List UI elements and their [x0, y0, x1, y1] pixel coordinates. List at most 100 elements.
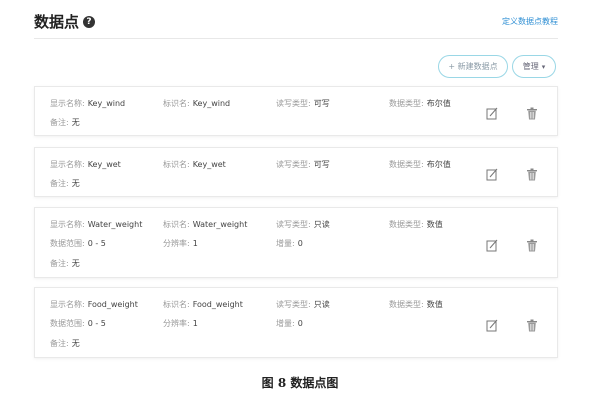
field-value: 无 [71, 179, 80, 188]
field: 读写类型: 可写 [276, 98, 330, 109]
figure-caption: 图 8 数据点图 [261, 376, 339, 390]
tutorial-link[interactable]: 定义数据点教程 [502, 16, 558, 27]
field-value: 可写 [313, 99, 330, 108]
field-value: 可写 [313, 160, 330, 169]
chevron-down-icon: ▾ [541, 62, 546, 71]
trash-icon[interactable] [526, 317, 538, 332]
field-label: 标识名: [163, 160, 190, 169]
field: 分辨率: 1 [163, 318, 198, 329]
field-label: 数据范围: [50, 319, 85, 328]
field-value: 数值 [426, 220, 443, 229]
field-label: 增量: [276, 319, 295, 328]
field-label: 读写类型: [276, 300, 311, 309]
field-label: 分辨率: [163, 319, 190, 328]
field-label: 标识名: [163, 300, 190, 309]
field: 标识名: Food_weight [163, 299, 243, 310]
data-points-page: 数据点 ? 定义数据点教程 + 新建数据点 管理 ▾ 显示名称: Key_wind… [0, 0, 600, 401]
field-label: 读写类型: [276, 160, 311, 169]
field: 显示名称: Food_weight [50, 299, 138, 310]
field-label: 标识名: [163, 220, 190, 229]
edit-icon[interactable] [486, 166, 498, 181]
field-label: 数据范围: [50, 239, 85, 248]
field-label: 读写类型: [276, 220, 311, 229]
field-value: Food_weight [87, 300, 138, 309]
data-point-card: 显示名称: Water_weight 标识名: Water_weight 读写类型: 只读… [34, 207, 558, 278]
field-label: 标识名: [163, 99, 190, 108]
field-value: 1 [192, 239, 198, 248]
field: 读写类型: 可写 [276, 159, 330, 170]
new-data-point-button[interactable]: + 新建数据点 [438, 55, 508, 78]
field: 读写类型: 只读 [276, 299, 330, 310]
field-value: Key_wet [192, 160, 226, 169]
edit-icon[interactable] [486, 237, 498, 252]
field-label: 增量: [276, 239, 295, 248]
field-value: 只读 [313, 300, 330, 309]
field: 显示名称: Key_wind [50, 98, 125, 109]
field-value: 数值 [426, 300, 443, 309]
data-point-card: 显示名称: Key_wet 标识名: Key_wet 读写类型: 可写 数据类型: 布尔值 备注… [34, 147, 558, 197]
field-value: 无 [71, 339, 80, 348]
field-value: 1 [192, 319, 198, 328]
field-label: 备注: [50, 339, 69, 348]
field-value: 0 [297, 239, 303, 248]
field-label: 数据类型: [389, 160, 424, 169]
field: 显示名称: Water_weight [50, 219, 142, 230]
field-value: Key_wind [87, 99, 126, 108]
field: 标识名: Key_wind [163, 98, 230, 109]
trash-icon[interactable] [526, 237, 538, 252]
field-label: 数据类型: [389, 300, 424, 309]
field-value: 0 - 5 [87, 239, 106, 248]
field: 数据范围: 0 - 5 [50, 238, 106, 249]
help-icon[interactable]: ? [83, 15, 96, 28]
field: 数据范围: 0 - 5 [50, 318, 106, 329]
field-label: 显示名称: [50, 220, 85, 229]
field-value: Food_weight [192, 300, 243, 309]
trash-icon[interactable] [526, 166, 538, 181]
field: 标识名: Water_weight [163, 219, 247, 230]
field-label: 数据类型: [389, 220, 424, 229]
new-data-point-label: + 新建数据点 [448, 62, 498, 71]
field-value: Key_wet [87, 160, 121, 169]
field: 数据类型: 数值 [389, 299, 443, 310]
field-label: 显示名称: [50, 300, 85, 309]
field: 增量: 0 [276, 238, 303, 249]
field-label: 读写类型: [276, 99, 311, 108]
edit-icon[interactable] [486, 317, 498, 332]
data-point-card: 显示名称: Food_weight 标识名: Food_weight 读写类型: 只读 数据… [34, 287, 558, 358]
field-value: 布尔值 [426, 99, 451, 108]
field: 分辨率: 1 [163, 238, 198, 249]
field: 数据类型: 布尔值 [389, 159, 451, 170]
field-label: 备注: [50, 179, 69, 188]
field: 数据类型: 布尔值 [389, 98, 451, 109]
data-point-card: 显示名称: Key_wind 标识名: Key_wind 读写类型: 可写 数据类型: 布尔值… [34, 86, 558, 136]
field-label: 分辨率: [163, 239, 190, 248]
field: 数据类型: 数值 [389, 219, 443, 230]
field-label: 备注: [50, 118, 69, 127]
toolbar: + 新建数据点 管理 ▾ [438, 55, 556, 78]
field-value: 布尔值 [426, 160, 451, 169]
field-value: 无 [71, 259, 80, 268]
header-divider [34, 38, 558, 39]
field-label: 显示名称: [50, 160, 85, 169]
field: 备注: 无 [50, 338, 80, 349]
field-value: Key_wind [192, 99, 231, 108]
field: 备注: 无 [50, 258, 80, 269]
field-label: 数据类型: [389, 99, 424, 108]
field: 标识名: Key_wet [163, 159, 226, 170]
field-label: 显示名称: [50, 99, 85, 108]
field-label: 备注: [50, 259, 69, 268]
field: 增量: 0 [276, 318, 303, 329]
field-value: 只读 [313, 220, 330, 229]
field-value: Water_weight [87, 220, 143, 229]
trash-icon[interactable] [526, 105, 538, 120]
field-value: 0 [297, 319, 303, 328]
manage-label: 管理 [522, 62, 539, 71]
page-header: 数据点 ? 定义数据点教程 [34, 10, 564, 36]
page-title-text: 数据点 [34, 13, 80, 31]
field: 显示名称: Key_wet [50, 159, 121, 170]
field-value: 0 - 5 [87, 319, 106, 328]
edit-icon[interactable] [486, 105, 498, 120]
manage-dropdown-button[interactable]: 管理 ▾ [512, 55, 556, 78]
field: 读写类型: 只读 [276, 219, 330, 230]
field: 备注: 无 [50, 117, 80, 128]
